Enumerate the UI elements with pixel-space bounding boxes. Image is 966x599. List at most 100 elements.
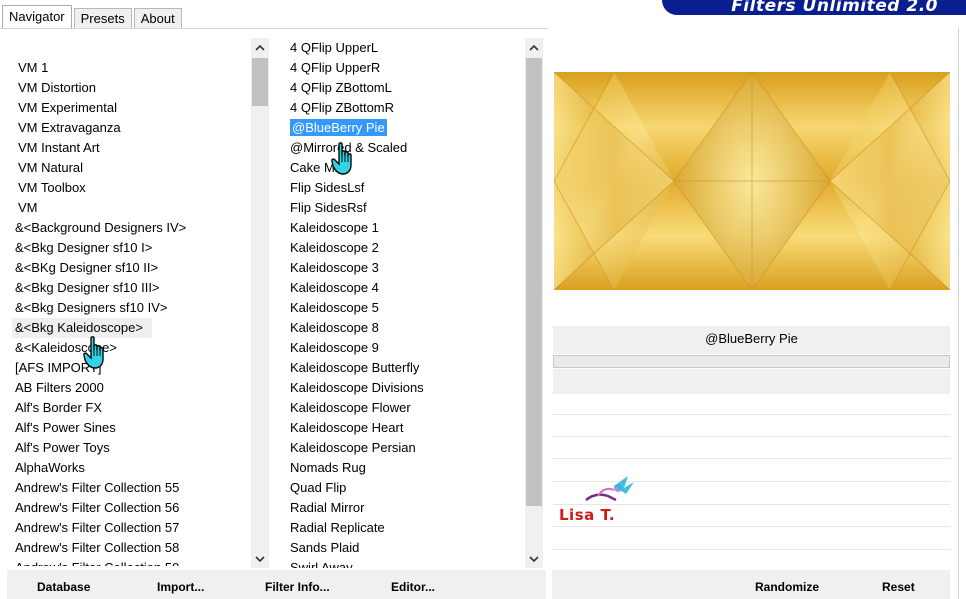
category-item[interactable]: Andrew's Filter Collection 55 <box>12 478 248 498</box>
hand-pointer-icon <box>331 142 357 179</box>
category-item[interactable]: Andrew's Filter Collection 58 <box>12 538 248 558</box>
filter-item[interactable]: Radial Replicate <box>287 518 519 538</box>
filter-preview <box>554 72 950 290</box>
filter-item[interactable]: Flip SidesRsf <box>287 198 519 218</box>
filter-item[interactable]: 4 QFlip ZBottomR <box>287 98 519 118</box>
filter-parameter-area <box>553 369 950 394</box>
category-list[interactable]: VM 1 VM Distortion VM Experimental VM Extra… <box>12 58 248 566</box>
filter-item[interactable]: Kaleidoscope 3 <box>287 258 519 278</box>
filter-item[interactable]: Swirl Away <box>287 558 519 568</box>
filter-item[interactable]: Kaleidoscope 1 <box>287 218 519 238</box>
filter-item[interactable]: Kaleidoscope 4 <box>287 278 519 298</box>
tab-navigator[interactable]: Navigator <box>2 5 72 29</box>
category-item[interactable]: Alf's Power Sines <box>12 418 248 438</box>
category-item[interactable]: &<Bkg Kaleidoscope> <box>12 318 152 338</box>
category-item[interactable]: VM Experimental <box>12 98 248 118</box>
category-item[interactable]: VM Toolbox <box>12 178 248 198</box>
randomize-button[interactable]: Randomize <box>755 580 819 594</box>
filter-item-label: Kaleidoscope 2 <box>290 240 379 255</box>
filter-scrollbar[interactable] <box>525 38 543 568</box>
filter-item[interactable]: 4 QFlip ZBottomL <box>287 78 519 98</box>
filter-item-label: Kaleidoscope Divisions <box>290 380 424 395</box>
filter-item-label: Nomads Rug <box>290 460 366 475</box>
database-button[interactable]: Database <box>37 580 90 594</box>
category-item[interactable]: &<Bkg Designer sf10 III> <box>12 278 248 298</box>
filter-item-label: Kaleidoscope 5 <box>290 300 379 315</box>
filter-item-label: Kaleidoscope 8 <box>290 320 379 335</box>
tab-about[interactable]: About <box>133 8 182 29</box>
import-button[interactable]: Import... <box>157 580 204 594</box>
category-scrollbar[interactable] <box>251 38 269 568</box>
category-item[interactable]: [AFS IMPORT] <box>12 358 248 378</box>
filter-item-label: Kaleidoscope 4 <box>290 280 379 295</box>
filter-item-label: Kaleidoscope 1 <box>290 220 379 235</box>
filter-scroll-thumb[interactable] <box>526 58 542 506</box>
category-item[interactable]: VM <box>12 198 248 218</box>
watermark-text: Lisa T. <box>559 506 616 524</box>
filter-item-label: Kaleidoscope Heart <box>290 420 404 435</box>
editor-button[interactable]: Editor... <box>391 580 435 594</box>
filter-info-button[interactable]: Filter Info... <box>265 580 330 594</box>
reset-button[interactable]: Reset <box>882 580 915 594</box>
category-item[interactable]: VM Distortion <box>12 78 248 98</box>
filter-item[interactable]: Kaleidoscope 2 <box>287 238 519 258</box>
filter-item[interactable]: 4 QFlip UpperL <box>287 38 519 58</box>
filter-item-label: Flip SidesRsf <box>290 200 367 215</box>
filter-item[interactable]: Kaleidoscope 5 <box>287 298 519 318</box>
filter-item-label: Sands Plaid <box>290 540 360 555</box>
filter-item[interactable]: Kaleidoscope 8 <box>287 318 519 338</box>
app-banner: Filters Unlimited 2.0 <box>662 0 966 15</box>
category-item[interactable]: Andrew's Filter Collection 56 <box>12 498 248 518</box>
chevron-down-icon[interactable] <box>525 550 543 568</box>
filter-item[interactable]: Quad Flip <box>287 478 519 498</box>
category-item[interactable]: AB Filters 2000 <box>12 378 248 398</box>
category-item[interactable]: AlphaWorks <box>12 458 248 478</box>
filter-item-label: Kaleidoscope Flower <box>290 400 411 415</box>
category-item[interactable]: VM 1 <box>12 58 248 78</box>
filter-item-label: Quad Flip <box>290 480 347 495</box>
category-item[interactable]: Alf's Border FX <box>12 398 248 418</box>
category-item[interactable]: VM Natural <box>12 158 248 178</box>
tab-presets[interactable]: Presets <box>73 8 132 29</box>
filter-item-label: Kaleidoscope Persian <box>290 440 416 455</box>
filter-item-label: 4 QFlip ZBottomR <box>290 100 395 115</box>
chevron-up-icon[interactable] <box>251 38 269 56</box>
category-item[interactable]: &<BKg Designer sf10 II> <box>12 258 248 278</box>
panel-edge <box>958 28 959 599</box>
filter-item[interactable]: Kaleidoscope Heart <box>287 418 519 438</box>
filter-item[interactable]: 4 QFlip UpperR <box>287 58 519 78</box>
filter-item[interactable]: Cake Mix <box>287 158 519 178</box>
category-scroll-thumb[interactable] <box>252 58 268 106</box>
category-item[interactable]: Andrew's Filter Collection 57 <box>12 518 248 538</box>
filter-item[interactable]: Kaleidoscope 9 <box>287 338 519 358</box>
filter-list[interactable]: 4 QFlip UpperL 4 QFlip UpperR 4 QFlip ZBot… <box>287 38 519 568</box>
chevron-down-icon[interactable] <box>251 550 269 568</box>
filter-item[interactable]: Nomads Rug <box>287 458 519 478</box>
category-item[interactable]: Andrew's Filter Collection 59 <box>12 558 248 566</box>
filter-item[interactable]: Kaleidoscope Divisions <box>287 378 519 398</box>
tab-divider <box>0 28 548 29</box>
tab-strip: Navigator Presets About <box>2 5 184 29</box>
filter-item[interactable]: Radial Mirror <box>287 498 519 518</box>
filter-item[interactable]: Flip SidesLsf <box>287 178 519 198</box>
category-item[interactable]: &<Kaleidoscope> <box>12 338 248 358</box>
category-item[interactable]: VM Instant Art <box>12 138 248 158</box>
chevron-up-icon[interactable] <box>525 38 543 56</box>
filter-item[interactable]: Kaleidoscope Butterfly <box>287 358 519 378</box>
watermark-logo: Lisa T. <box>558 470 638 526</box>
app-title: Filters Unlimited 2.0 <box>731 0 938 15</box>
filter-item-label: @BlueBerry Pie <box>290 119 387 136</box>
filter-item-label: Radial Mirror <box>290 500 365 515</box>
category-item[interactable]: &<Bkg Designers sf10 IV> <box>12 298 248 318</box>
filter-item-label: Radial Replicate <box>290 520 385 535</box>
filter-item[interactable]: Sands Plaid <box>287 538 519 558</box>
filter-item-label: 4 QFlip UpperL <box>290 40 379 55</box>
filter-item[interactable]: @BlueBerry Pie <box>287 118 519 138</box>
filter-item[interactable]: Kaleidoscope Flower <box>287 398 519 418</box>
filter-item[interactable]: Kaleidoscope Persian <box>287 438 519 458</box>
filter-item[interactable]: @Mirrored & Scaled <box>287 138 519 158</box>
category-item[interactable]: &<Bkg Designer sf10 I> <box>12 238 248 258</box>
category-item[interactable]: &<Background Designers IV> <box>12 218 248 238</box>
category-item[interactable]: Alf's Power Toys <box>12 438 248 458</box>
category-item[interactable]: VM Extravaganza <box>12 118 248 138</box>
